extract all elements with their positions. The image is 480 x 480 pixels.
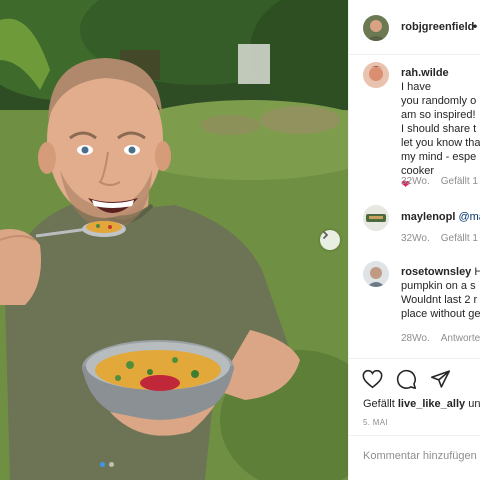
share-icon: [430, 370, 450, 388]
post-sidebar: robjgreenfield • rah.wilde I have you ra…: [348, 0, 480, 480]
heart-icon: [362, 369, 382, 389]
comment-username[interactable]: rosetownsley: [401, 266, 471, 278]
likes-suffix: und: [468, 398, 480, 410]
comment-text: pumpkin on a s Wouldnt last 2 r place wi…: [401, 280, 480, 320]
post-actions: [361, 368, 451, 390]
divider: [349, 358, 480, 359]
comment-body: maylenopl @ma: [401, 210, 480, 224]
carousel-indicator: [100, 462, 114, 467]
comment-body: rosetownsley H pumpkin on a s Wouldnt la…: [401, 265, 480, 321]
likes-prefix: Gefällt: [363, 398, 395, 410]
comment-button[interactable]: [395, 368, 417, 390]
post-header: robjgreenfield •: [349, 0, 480, 55]
comment-age[interactable]: 28Wo.: [401, 333, 430, 344]
comment-username[interactable]: maylenopl: [401, 211, 455, 223]
comment-meta: 32Wo. Gefällt 1: [401, 176, 480, 187]
post-photo[interactable]: [0, 0, 348, 480]
comment-meta: 28Wo. Antworte: [401, 333, 480, 344]
commenter-avatar[interactable]: [363, 205, 389, 231]
likes-summary: Gefällt live_like_ally und: [363, 398, 480, 410]
comment-age[interactable]: 32Wo.: [401, 176, 430, 187]
like-button[interactable]: [361, 368, 383, 390]
post-date[interactable]: 5. MAI: [363, 418, 388, 427]
comment-icon: [396, 369, 416, 389]
chevron-right-icon: [322, 230, 329, 240]
comment-text-start: H: [474, 266, 480, 278]
author-avatar[interactable]: [363, 15, 389, 41]
carousel-dot: [109, 462, 114, 467]
commenter-avatar[interactable]: [363, 62, 389, 88]
author-username[interactable]: robjgreenfield: [401, 21, 474, 33]
divider: [349, 435, 480, 436]
likes-user[interactable]: live_like_ally: [398, 398, 465, 410]
comment-input[interactable]: [363, 450, 480, 462]
photo-scene: [0, 0, 348, 480]
carousel-dot-active: [100, 462, 105, 467]
comment-meta: 32Wo. Gefällt 1: [401, 233, 480, 244]
next-image-button[interactable]: [320, 230, 340, 250]
comment-text: I have you randomly o am so inspired! I …: [401, 81, 480, 177]
reply-link[interactable]: Antworte: [441, 333, 480, 344]
share-button[interactable]: [429, 368, 451, 390]
comment-username[interactable]: rah.wilde: [401, 67, 449, 79]
commenter-avatar[interactable]: [363, 261, 389, 287]
comment-age[interactable]: 32Wo.: [401, 233, 430, 244]
header-separator: •: [473, 19, 478, 33]
comment-likes[interactable]: Gefällt 1: [441, 233, 478, 244]
comment-likes[interactable]: Gefällt 1: [441, 176, 478, 187]
comment-body: rah.wilde I have you randomly o am so in…: [401, 66, 480, 192]
comment-mention[interactable]: @ma: [458, 211, 480, 223]
